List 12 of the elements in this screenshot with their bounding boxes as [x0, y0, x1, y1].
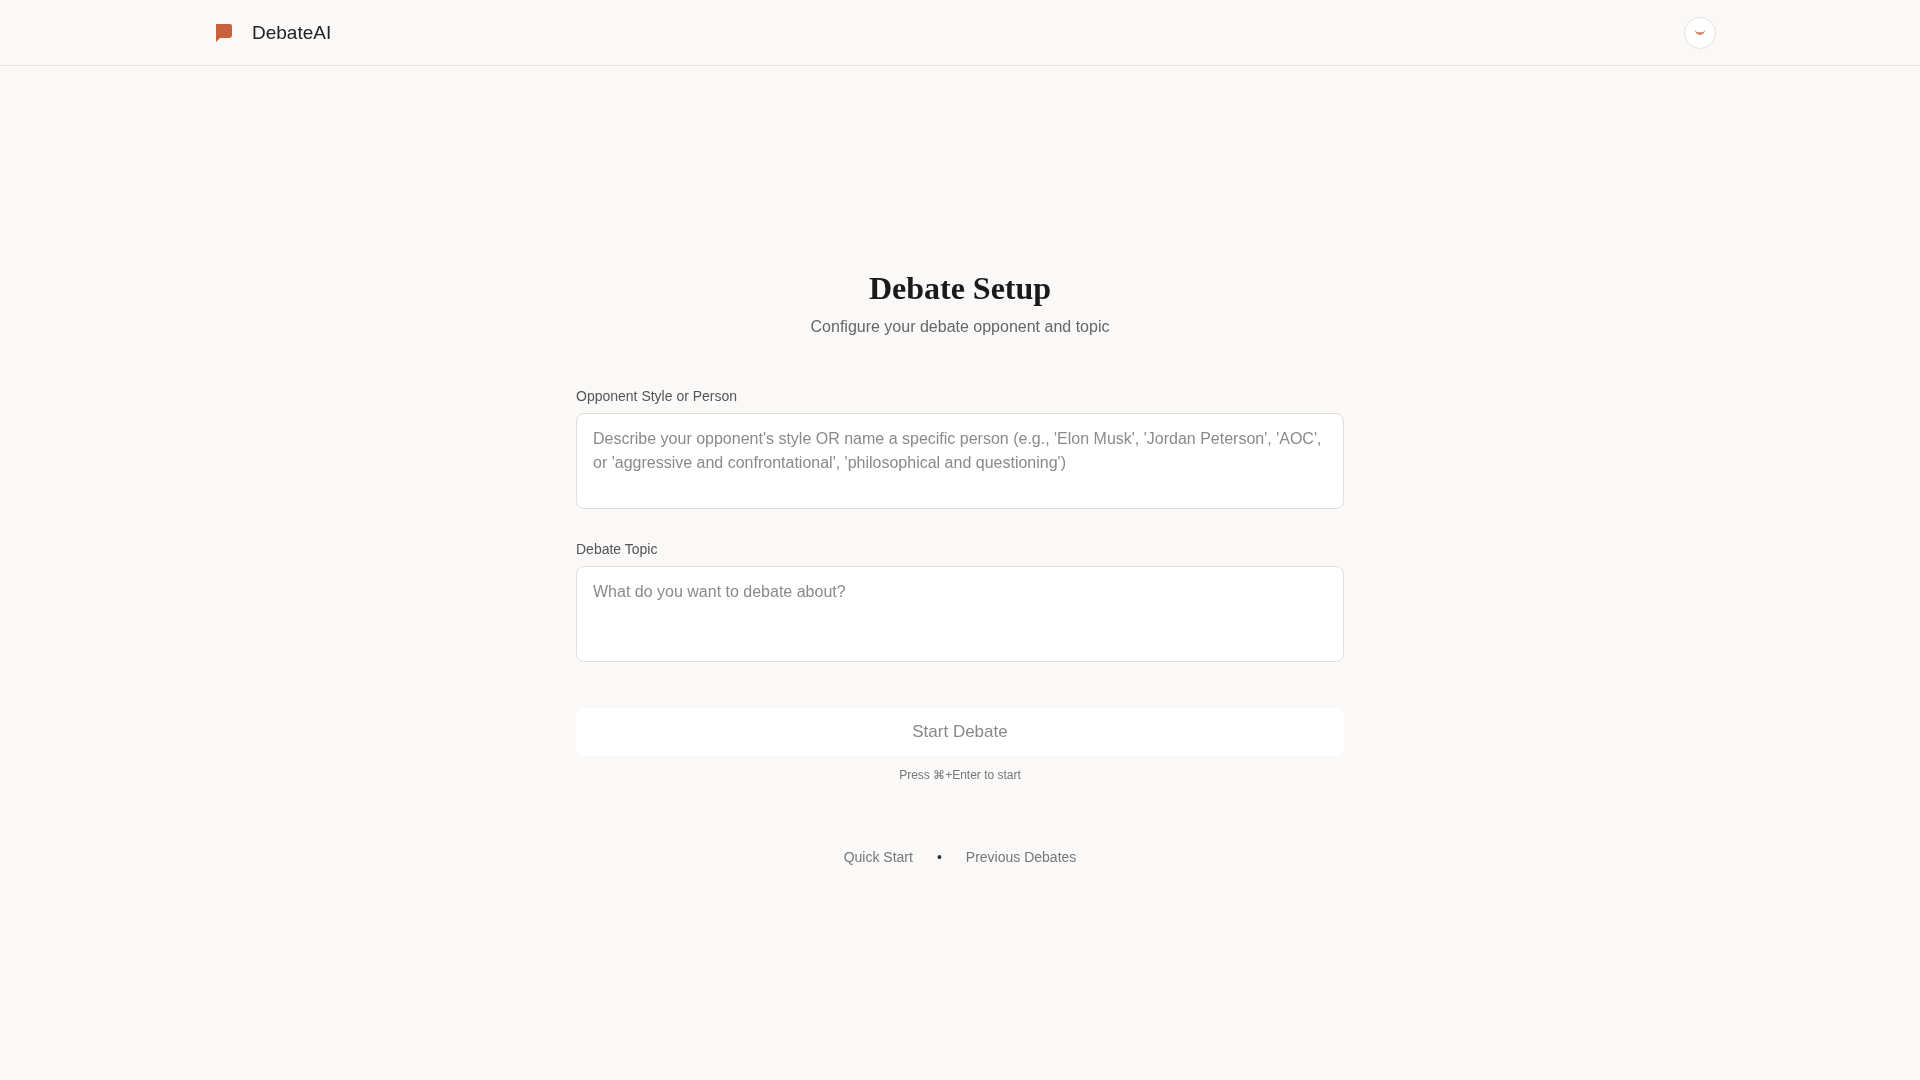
field-label: Opponent Style or Person [576, 388, 739, 405]
input-field[interactable]: What do you want to debate about? [576, 566, 1344, 663]
page-title: Debate Setup [868, 271, 1052, 307]
footer-link[interactable]: Quick Start [843, 849, 913, 866]
page-subtitle: Configure your debate opponent and topic [810, 318, 1110, 337]
separator-dot: • [936, 849, 942, 866]
theme-toggle-button[interactable] [1684, 16, 1716, 49]
field-label: Debate Topic [576, 541, 659, 558]
app-name: DebateAI [252, 21, 332, 44]
input-field[interactable]: Describe your opponent's style OR name a specific person (e.g., 'Elon Musk', 'Jordan Peterson', 'AOC', or 'aggressive and confrontational', 'philosophical and questioning') [576, 413, 1344, 510]
footer-link[interactable]: Previous Debates [965, 849, 1077, 866]
keyboard-hint: Press ⌘+Enter to start [898, 768, 1022, 783]
